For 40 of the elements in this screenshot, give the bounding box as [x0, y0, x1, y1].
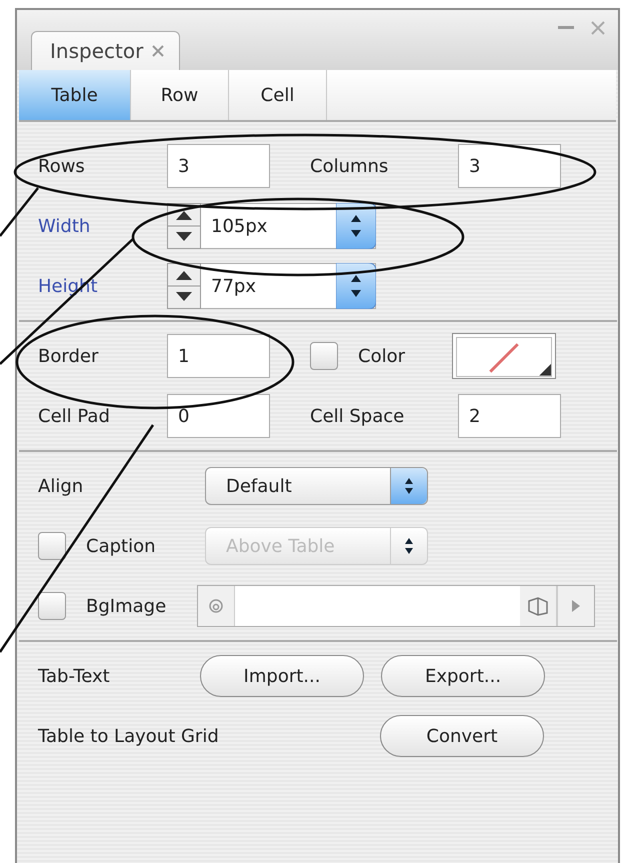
close-icon[interactable]	[590, 20, 606, 36]
input-field[interactable]: 2	[458, 394, 561, 438]
action-button[interactable]: Import...	[200, 655, 364, 697]
input-field[interactable]: 1	[167, 334, 270, 378]
checkbox[interactable]	[310, 342, 338, 370]
image-path-field[interactable]	[197, 585, 595, 627]
checkbox-label: Color	[358, 346, 406, 366]
field-label: Columns	[310, 156, 390, 176]
minimize-icon[interactable]	[558, 25, 574, 31]
field-label: Tab-Text	[38, 666, 111, 686]
size-field[interactable]: 105px	[201, 203, 376, 249]
tab[interactable]: Cell	[229, 70, 327, 120]
dropdown-arrows-icon[interactable]	[336, 203, 376, 249]
checkbox-label: Caption	[86, 536, 157, 556]
color-well[interactable]	[452, 333, 556, 379]
input-field[interactable]: 0	[167, 394, 270, 438]
checkbox[interactable]	[38, 592, 66, 620]
point-to-file-icon[interactable]	[208, 598, 224, 614]
field-label: Cell Pad	[38, 406, 111, 426]
action-button[interactable]: Export...	[381, 655, 545, 697]
close-icon[interactable]	[151, 44, 166, 58]
stepper-icon[interactable]	[167, 203, 201, 249]
field-label: Table to Layout Grid	[38, 726, 220, 746]
stepper-icon[interactable]	[167, 263, 201, 309]
align-dropdown[interactable]: Default	[205, 467, 428, 505]
tab[interactable]: Row	[131, 70, 229, 120]
field-label: Width	[38, 216, 92, 236]
input-field[interactable]: 3	[167, 144, 270, 188]
inspector-tab[interactable]: Inspector	[31, 31, 180, 70]
field-label: Border	[38, 346, 100, 366]
field-label: Align	[38, 476, 84, 496]
tab[interactable]: Table	[19, 70, 131, 120]
field-label: Rows	[38, 156, 86, 176]
dropdown-arrows-icon[interactable]	[336, 263, 376, 309]
play-icon[interactable]	[570, 598, 582, 614]
field-label: Cell Space	[310, 406, 406, 426]
input-field[interactable]: 3	[458, 144, 561, 188]
checkbox-label: BgImage	[86, 596, 168, 616]
size-field[interactable]: 77px	[201, 263, 376, 309]
convert-button[interactable]: Convert	[380, 715, 544, 757]
